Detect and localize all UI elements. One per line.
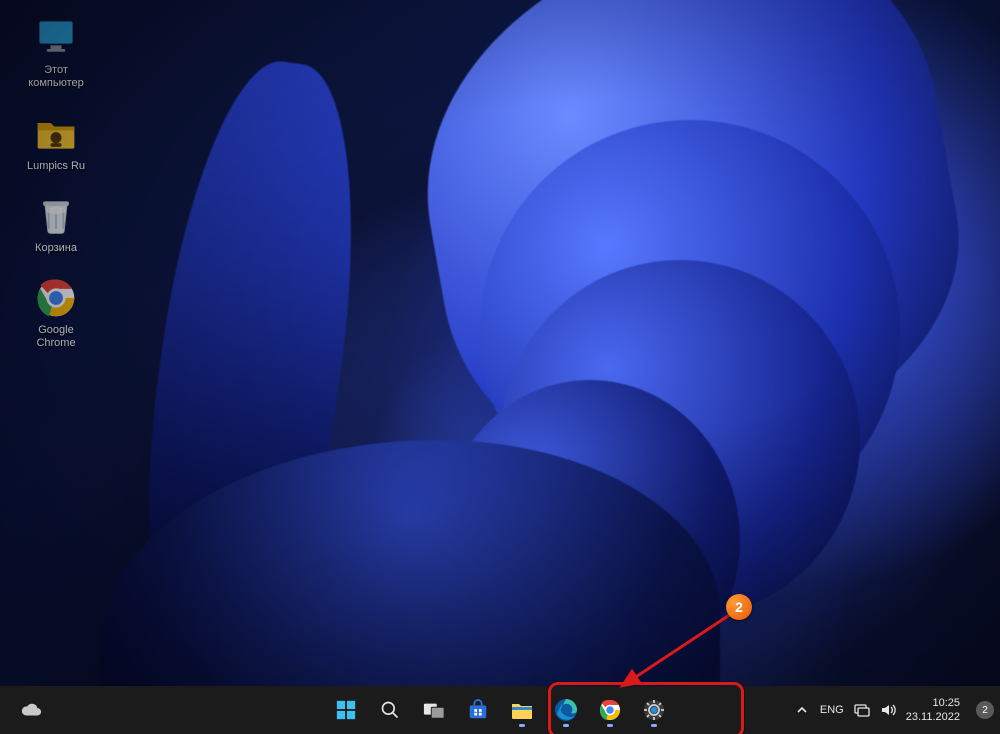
wallpaper-shape [389, 0, 991, 501]
cloud-icon [20, 699, 42, 721]
search-button[interactable] [371, 691, 409, 729]
settings-button[interactable] [635, 691, 673, 729]
desktop-icon-label: Этоткомпьютер [18, 64, 94, 90]
gear-icon [642, 698, 666, 722]
edge-icon [554, 698, 578, 722]
desktop-icon-this-pc[interactable]: Этоткомпьютер [18, 16, 94, 90]
taskbar-center [327, 686, 673, 734]
clock-button[interactable]: 10:25 23.11.2022 [906, 696, 960, 724]
desktop-icon-label: Lumpics Ru [18, 160, 94, 173]
tray-overflow-button[interactable] [794, 702, 810, 718]
clock-time: 10:25 [906, 696, 960, 710]
taskbar-left [12, 686, 50, 734]
task-view-button[interactable] [415, 691, 453, 729]
wallpaper-shape [480, 120, 900, 540]
store-icon [467, 699, 489, 721]
trash-icon [34, 194, 78, 238]
windows-icon [335, 699, 357, 721]
screen: Этоткомпьютер Lumpics Ru Корзина GoogleC… [0, 0, 1000, 734]
search-icon [380, 700, 400, 720]
folder-icon [510, 699, 534, 721]
system-tray: ENG 10:25 23.11.2022 2 [794, 686, 994, 734]
desktop-icon-recycle-bin[interactable]: Корзина [18, 194, 94, 255]
desktop-icon-lumpics[interactable]: Lumpics Ru [18, 112, 94, 173]
volume-button[interactable] [880, 702, 896, 718]
desktop-icon-chrome[interactable]: GoogleChrome [18, 276, 94, 350]
taskbar: ENG 10:25 23.11.2022 2 [0, 686, 1000, 734]
weather-widget[interactable] [12, 691, 50, 729]
desktop-icon-label: Корзина [18, 242, 94, 255]
desktop-icon-label: GoogleChrome [18, 324, 94, 350]
microsoft-store-button[interactable] [459, 691, 497, 729]
chevron-up-icon [796, 704, 808, 716]
language-indicator[interactable]: ENG [820, 704, 844, 716]
edge-button[interactable] [547, 691, 585, 729]
network-button[interactable] [854, 702, 870, 718]
wallpaper-shape [118, 50, 383, 689]
network-icon [854, 703, 870, 717]
desktop[interactable]: Этоткомпьютер Lumpics Ru Корзина GoogleC… [0, 0, 1000, 686]
notification-count: 2 [982, 705, 988, 716]
file-explorer-button[interactable] [503, 691, 541, 729]
wallpaper-shape [440, 380, 740, 700]
chrome-icon [598, 698, 622, 722]
chrome-button[interactable] [591, 691, 629, 729]
notification-center-button[interactable]: 2 [976, 701, 994, 719]
task-view-icon [423, 700, 445, 720]
monitor-icon [34, 16, 78, 60]
chrome-icon [34, 276, 78, 320]
wallpaper-shape [500, 260, 860, 620]
speaker-icon [880, 703, 896, 717]
start-button[interactable] [327, 691, 365, 729]
clock-date: 23.11.2022 [906, 710, 960, 724]
folder-icon [34, 112, 78, 156]
